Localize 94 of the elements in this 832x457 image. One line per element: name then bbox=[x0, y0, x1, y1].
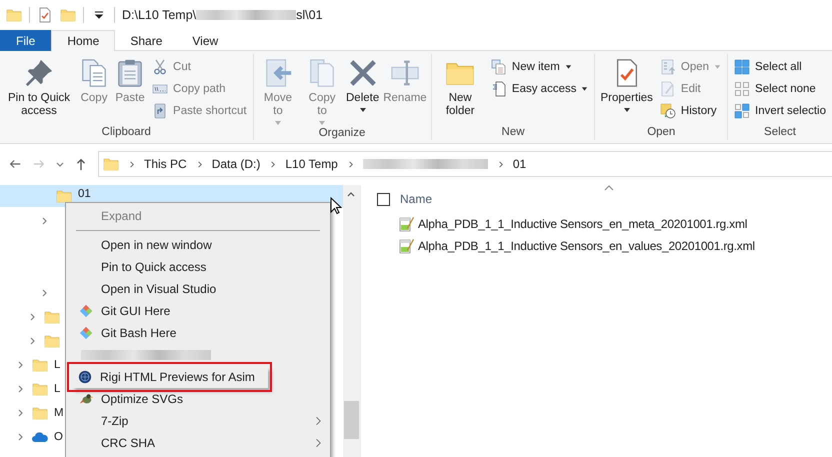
chevron-right-icon[interactable] bbox=[16, 361, 24, 369]
easy-access-icon bbox=[490, 81, 507, 97]
ribbon-tab[interactable]: File bbox=[0, 30, 52, 51]
ribbon-button[interactable]: Properties bbox=[598, 56, 655, 126]
address-bar[interactable]: This PC Data (D:) L10 Temp 01 bbox=[98, 151, 832, 177]
new-item-icon bbox=[490, 59, 507, 75]
ribbon-button[interactable]: Select none bbox=[731, 78, 829, 100]
breadcrumb[interactable]: 01 bbox=[512, 157, 526, 171]
breadcrumb[interactable]: This PC bbox=[144, 157, 187, 171]
chevron-right-icon[interactable] bbox=[196, 160, 203, 168]
chevron-right-icon[interactable] bbox=[16, 385, 24, 393]
file-name[interactable]: Alpha_PDB_1_1_Inductive Sensors_en_meta_20201001.rg.xml bbox=[418, 217, 748, 231]
ribbon-button[interactable]: Pin to Quick access bbox=[3, 56, 76, 126]
chevron-right-icon[interactable] bbox=[40, 289, 48, 297]
ribbon-button[interactable]: New folder bbox=[434, 56, 486, 126]
checkbox[interactable] bbox=[377, 192, 390, 206]
chevron-right-icon bbox=[315, 416, 321, 426]
grid-icon bbox=[734, 81, 750, 97]
menu-item[interactable]: Optimize SVGs bbox=[67, 388, 329, 410]
bird-icon bbox=[79, 392, 93, 406]
chevron-right-icon[interactable] bbox=[28, 337, 36, 345]
caret-icon bbox=[622, 108, 631, 112]
menu-item[interactable]: Git GUI Here bbox=[67, 300, 329, 322]
ribbon-tab[interactable]: Share bbox=[115, 30, 178, 51]
ribbon-button[interactable]: Delete bbox=[344, 56, 380, 127]
caret-icon bbox=[318, 121, 326, 125]
menu-item[interactable]: Open in new window bbox=[67, 234, 329, 256]
chevron-right-icon[interactable] bbox=[128, 160, 135, 168]
group-label: Open bbox=[647, 126, 676, 140]
menu-item[interactable]: Git Bash Here bbox=[67, 322, 329, 344]
chevron-right-icon bbox=[315, 438, 321, 448]
menu-item[interactable]: Rigi HTML Previews for Asim bbox=[71, 366, 268, 388]
diamond-icon bbox=[79, 304, 93, 318]
menu-item[interactable]: 7-Zip bbox=[67, 410, 329, 432]
tree-item-label[interactable]: 01 bbox=[78, 188, 91, 200]
breadcrumb[interactable]: L10 Temp bbox=[285, 157, 338, 171]
rename-icon bbox=[390, 58, 420, 88]
tree-item-label[interactable]: L bbox=[54, 359, 60, 371]
tree-item-label[interactable]: O bbox=[54, 431, 63, 443]
ribbon-button[interactable]: Invert selectio bbox=[731, 100, 829, 122]
grid-icon bbox=[734, 59, 750, 75]
globe-icon bbox=[78, 370, 92, 384]
caret-icon bbox=[358, 108, 367, 112]
scrollbar[interactable] bbox=[343, 185, 360, 457]
ribbon-tab[interactable]: Home bbox=[51, 30, 116, 51]
back-arrow-icon[interactable] bbox=[8, 157, 22, 171]
group-label: New bbox=[502, 126, 525, 140]
ribbon-button[interactable]: History bbox=[656, 100, 724, 122]
scissors-icon bbox=[152, 59, 168, 75]
tree-item-label[interactable]: L bbox=[54, 383, 60, 395]
caret-icon bbox=[564, 65, 572, 69]
mouse-pointer-icon bbox=[330, 197, 342, 215]
chevron-down-icon[interactable] bbox=[56, 160, 64, 168]
tree-item-label[interactable]: M bbox=[54, 407, 64, 419]
pin-icon bbox=[24, 58, 54, 88]
chevron-right-icon[interactable] bbox=[346, 160, 354, 168]
folder-icon bbox=[103, 156, 119, 172]
chevron-right-icon[interactable] bbox=[16, 409, 24, 417]
window-title: sl\01 bbox=[296, 8, 323, 22]
ribbon-button[interactable]: Easy access bbox=[488, 78, 592, 100]
chevron-right-icon[interactable] bbox=[28, 313, 36, 321]
group-label: Clipboard bbox=[102, 126, 151, 140]
group-label: Organize bbox=[318, 127, 366, 141]
ribbon-button[interactable]: Select all bbox=[731, 56, 829, 78]
grid-icon bbox=[734, 103, 750, 119]
breadcrumb[interactable]: Data (D:) bbox=[212, 157, 260, 171]
group-label: Select bbox=[764, 126, 796, 140]
edit-icon bbox=[660, 81, 676, 97]
open-icon bbox=[660, 59, 676, 75]
window-title: D:\L10 Temp\ bbox=[122, 8, 196, 22]
scrollbar-thumb[interactable] bbox=[344, 401, 359, 439]
chevron-up-icon[interactable] bbox=[347, 191, 355, 199]
menu-item[interactable]: Pin to Quick access bbox=[67, 256, 329, 278]
chevron-right-icon[interactable] bbox=[496, 160, 504, 168]
up-arrow-icon[interactable] bbox=[74, 157, 88, 171]
file-name[interactable]: Alpha_PDB_1_1_Inductive Sensors_en_values_20201001.rg.xml bbox=[418, 239, 755, 253]
history-icon bbox=[660, 103, 676, 119]
close-icon bbox=[348, 58, 378, 88]
notepad-icon bbox=[398, 216, 414, 232]
notepad-icon bbox=[398, 238, 414, 254]
ribbon-button[interactable]: New item bbox=[488, 56, 592, 78]
caret-icon bbox=[274, 121, 282, 125]
checked-document-icon[interactable] bbox=[37, 7, 53, 23]
chevron-right-icon[interactable] bbox=[269, 160, 276, 168]
shortcut-icon bbox=[152, 103, 168, 119]
caret-icon bbox=[581, 87, 588, 91]
menu-item[interactable]: Open in Visual Studio bbox=[67, 278, 329, 300]
ribbon-tab[interactable]: View bbox=[177, 30, 234, 51]
diamond-icon bbox=[79, 326, 93, 340]
menu-item[interactable]: CRC SHA bbox=[67, 432, 329, 454]
caret-icon bbox=[714, 65, 722, 69]
chevron-right-icon[interactable] bbox=[16, 433, 24, 441]
column-header[interactable]: Name bbox=[400, 192, 432, 206]
chevron-right-icon[interactable] bbox=[40, 217, 48, 225]
